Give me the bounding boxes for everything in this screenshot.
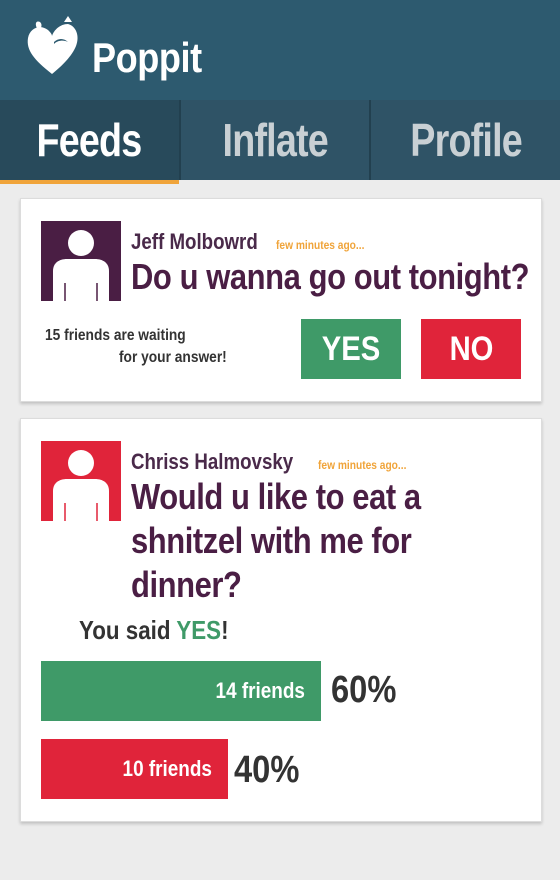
yes-button[interactable]: YES: [301, 319, 401, 379]
waiting-line-1: 15 friends are waiting: [45, 327, 186, 344]
tab-inflate[interactable]: Inflate: [180, 100, 370, 180]
your-answer: YES: [176, 615, 222, 645]
post-author: Jeff Molbowrd few minutes ago...: [131, 229, 380, 255]
tab-profile-label: Profile: [409, 114, 522, 166]
author-name: Jeff Molbowrd: [131, 229, 258, 254]
you-said-prefix: You said: [79, 615, 177, 645]
yes-result-count: 14 friends: [215, 678, 305, 703]
feed-card: Chriss Halmovsky few minutes ago... Woul…: [20, 418, 542, 822]
tab-inflate-label: Inflate: [222, 114, 328, 166]
yes-result-bar: 14 friends: [41, 661, 321, 721]
no-result-percent: 40%: [234, 749, 300, 791]
you-said-suffix: !: [221, 615, 229, 645]
post-time: few minutes ago...: [276, 238, 365, 252]
no-result-count: 10 friends: [122, 756, 212, 781]
avatar-icon: [41, 221, 121, 301]
app-title: Poppit: [92, 34, 202, 81]
tab-feeds[interactable]: Feeds: [0, 100, 179, 184]
yes-button-label: YES: [321, 329, 381, 368]
avatar-icon: [41, 441, 121, 521]
post-time: few minutes ago...: [317, 458, 407, 472]
author-name: Chriss Halmovsky: [131, 449, 294, 474]
tab-profile[interactable]: Profile: [371, 100, 560, 180]
post-author: Chriss Halmovsky few minutes ago...: [131, 449, 422, 475]
waiting-text: 15 friends are waiting for your answer!: [45, 325, 285, 369]
no-result-bar: 10 friends: [41, 739, 228, 799]
your-answer-text: You said YES!: [79, 615, 229, 646]
yes-result-percent: 60%: [331, 669, 397, 711]
heart-balloon-icon: [27, 16, 78, 74]
feed-card: Jeff Molbowrd few minutes ago... Do u wa…: [20, 198, 542, 402]
tab-bar: Feeds Inflate Profile: [0, 100, 560, 184]
tab-feeds-label: Feeds: [36, 114, 143, 166]
app-header: Poppit: [0, 0, 560, 100]
no-button[interactable]: NO: [421, 319, 521, 379]
post-question: Do u wanna go out tonight?: [131, 256, 530, 297]
post-question: Would u like to eat a shnitzel with me f…: [131, 476, 421, 605]
waiting-line-2: for your answer!: [118, 349, 227, 366]
no-button-label: NO: [449, 329, 493, 368]
